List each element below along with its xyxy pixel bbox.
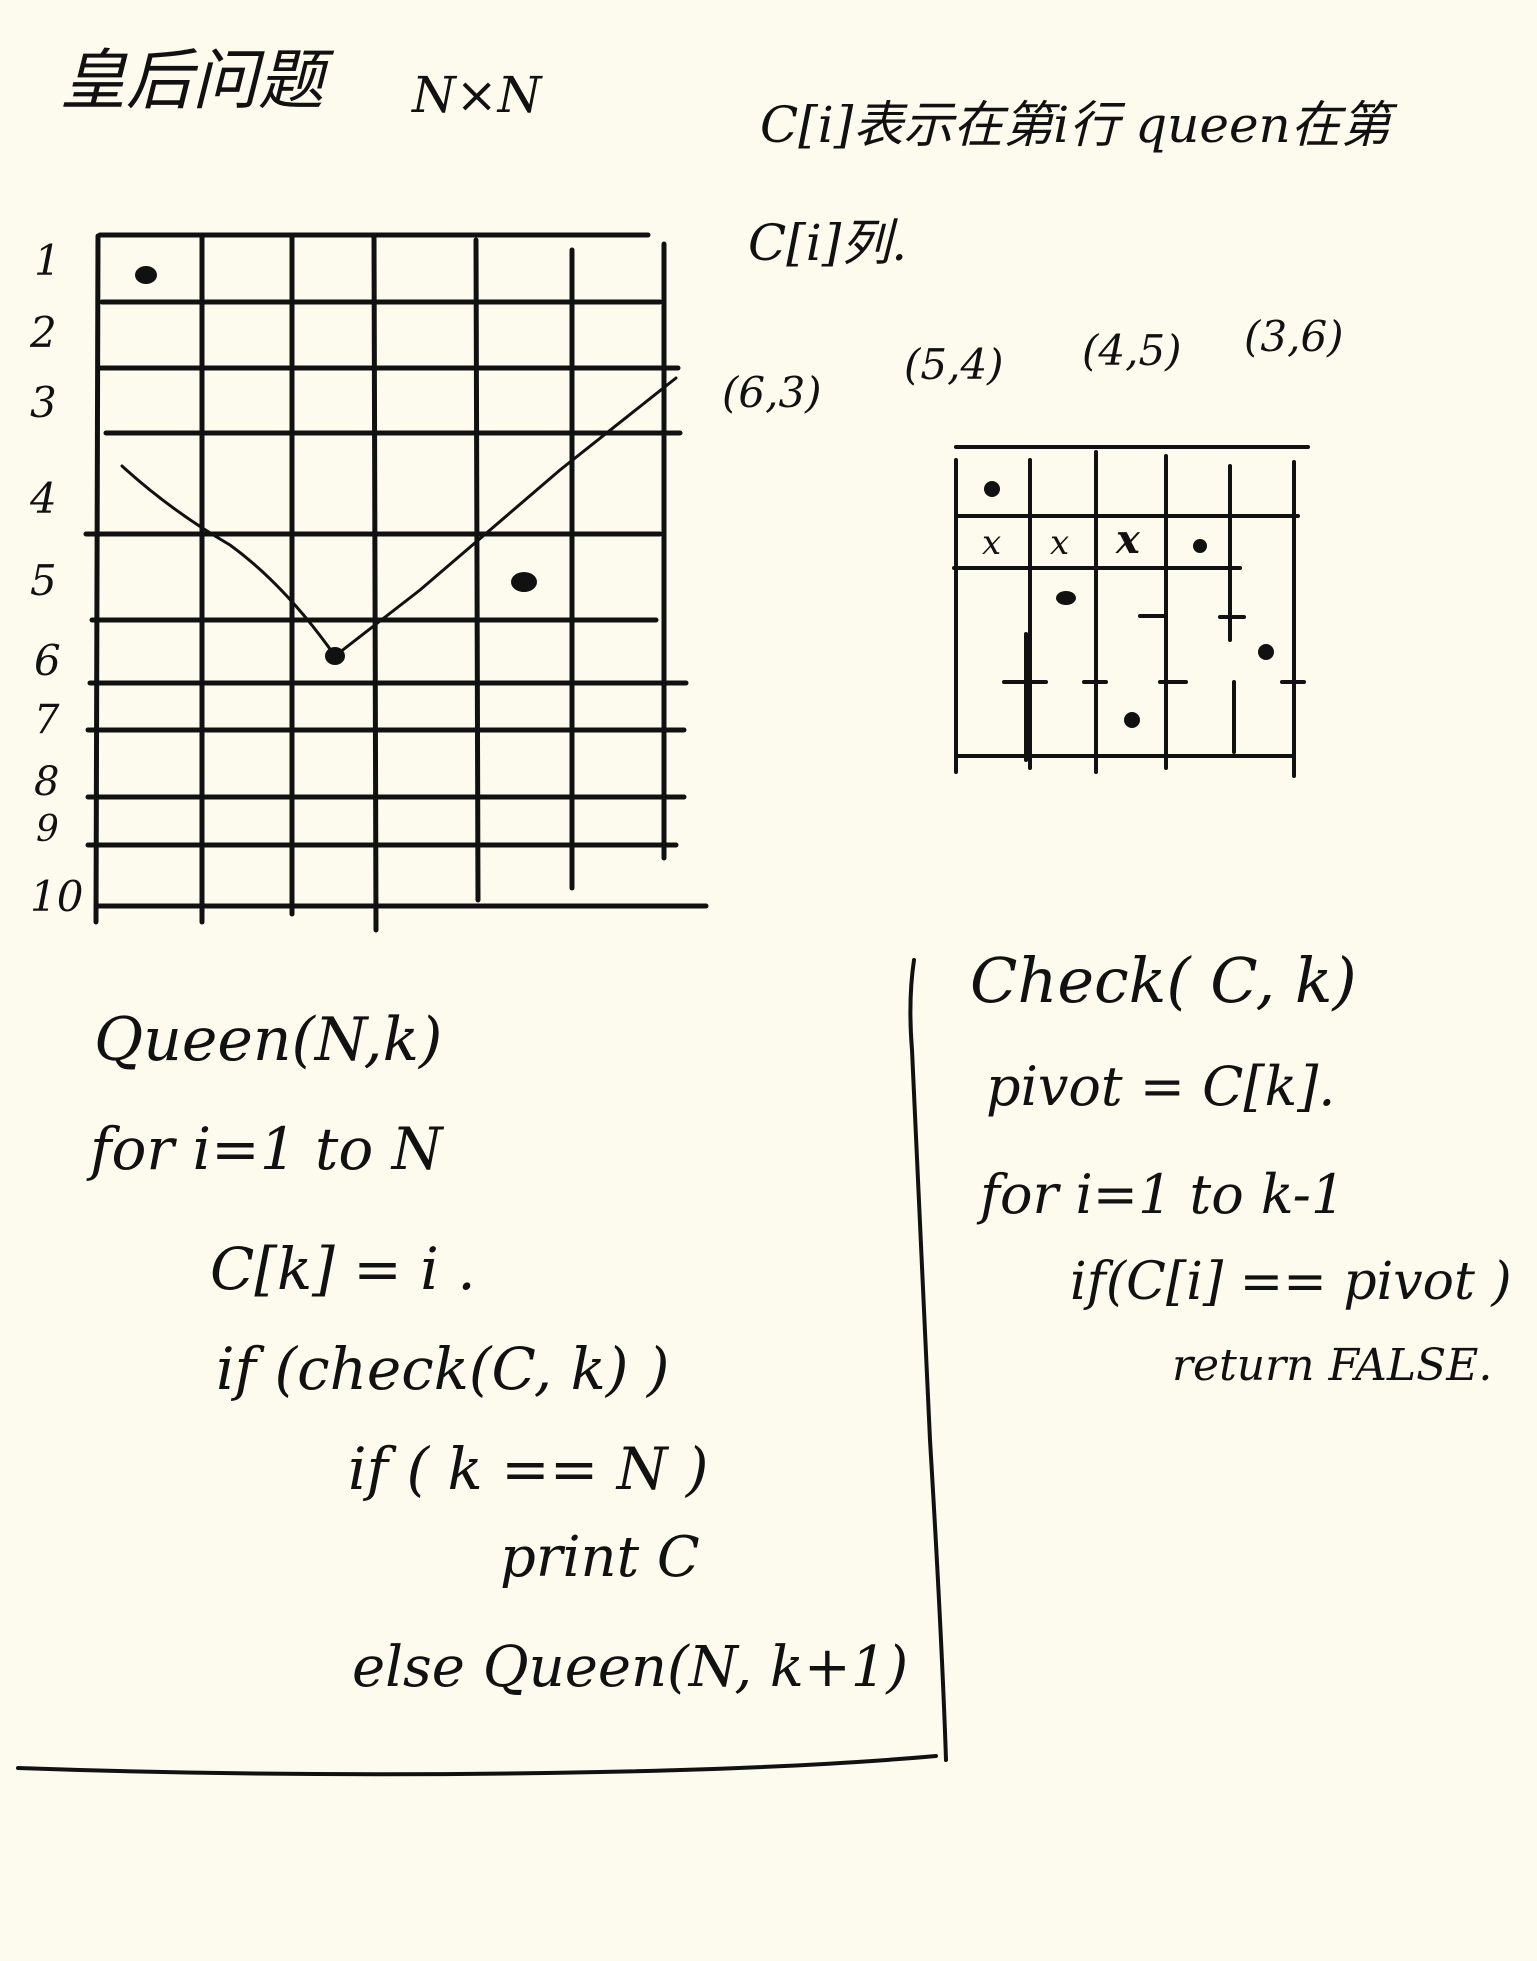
check-line: if(C[i] == pivot ) — [1070, 1252, 1512, 1312]
queen-header: Queen(N,k) — [94, 1005, 443, 1075]
queen-marker — [1056, 591, 1076, 605]
cross-mark: x — [1116, 516, 1140, 563]
queen-marker — [511, 572, 537, 592]
queen-marker — [135, 266, 157, 284]
queen-line: print C — [500, 1525, 700, 1590]
queen-marker — [1124, 712, 1140, 728]
queen-line: C[k] = i . — [210, 1235, 476, 1303]
queen-line: for i=1 to N — [90, 1115, 443, 1183]
cross-mark: x — [982, 523, 1002, 563]
queen-line: else Queen(N, k+1) — [352, 1635, 909, 1700]
check-line: for i=1 to k-1 — [980, 1163, 1346, 1226]
check-header: Check( C, k) — [970, 944, 1357, 1017]
check-line: pivot = C[k]. — [986, 1055, 1336, 1118]
check-line: return FALSE. — [1172, 1340, 1493, 1391]
queen-line: if (check(C, k) ) — [216, 1335, 670, 1403]
diagonal-line — [120, 376, 678, 659]
queen-marker — [1258, 644, 1274, 660]
cross-mark: x — [1050, 523, 1070, 563]
queen-marker — [984, 481, 1000, 497]
large-board — [83, 232, 709, 933]
queen-line: if ( k == N ) — [348, 1435, 709, 1503]
queen-marker — [1193, 539, 1207, 553]
